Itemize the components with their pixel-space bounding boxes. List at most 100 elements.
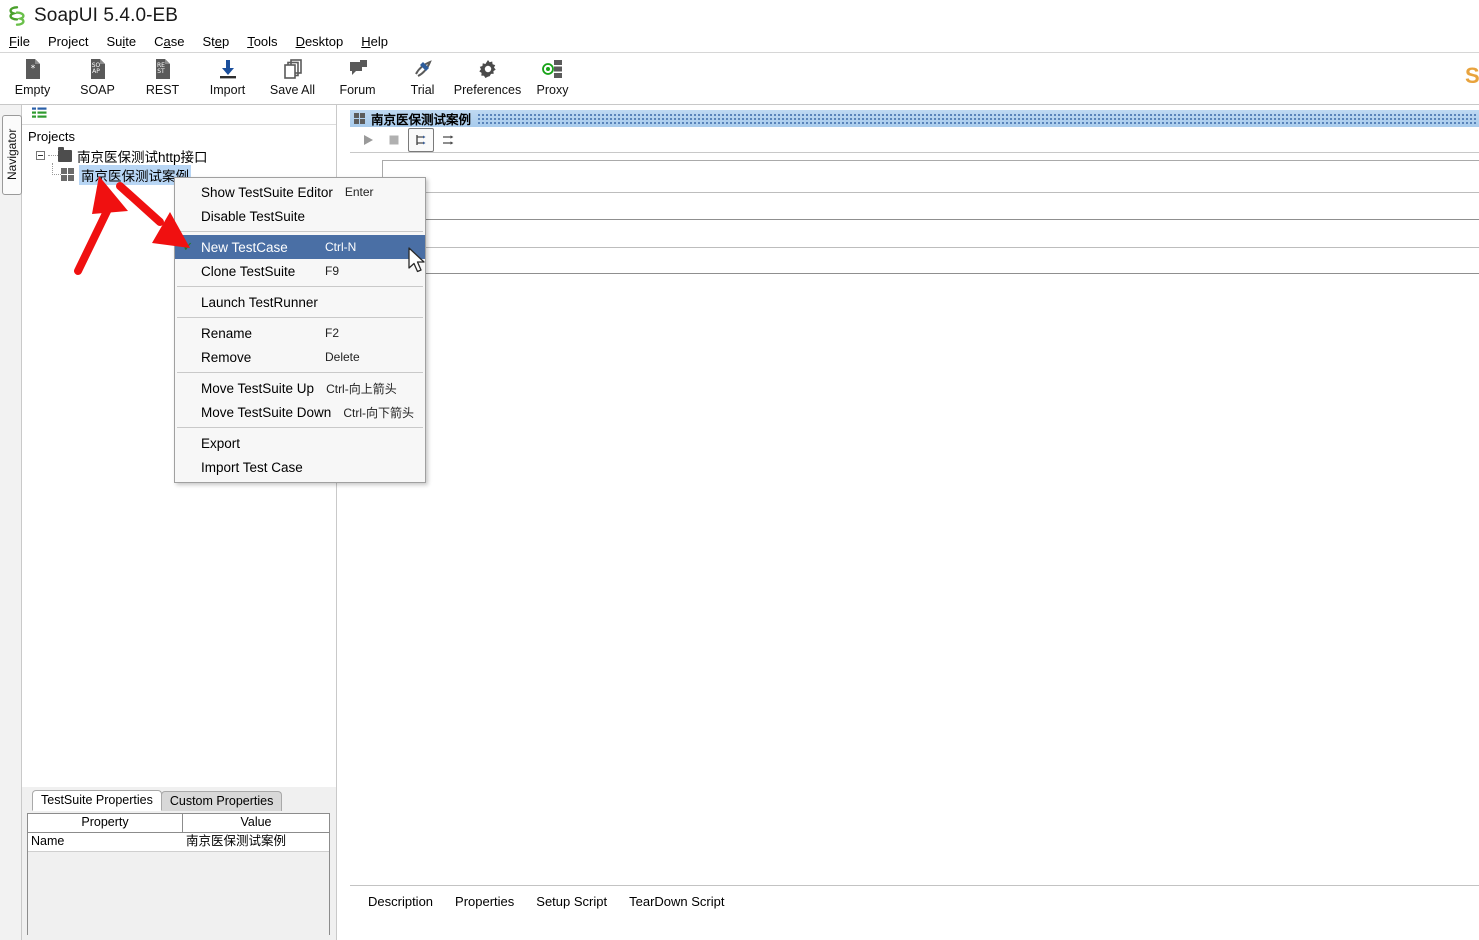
toolbar-button-save-all[interactable]: Save All	[260, 53, 325, 103]
navigator-tab-label: Navigator	[5, 128, 19, 180]
toolbar-label-rest: REST	[145, 83, 180, 97]
toolbar-label-import: Import	[209, 83, 246, 97]
menuitem-show-testsuite-editor[interactable]: Show TestSuite Editor Enter	[175, 180, 425, 204]
menuitem-label: Move TestSuite Down	[201, 404, 332, 420]
menuitem-launch-testrunner[interactable]: Launch TestRunner	[175, 290, 425, 314]
menu-case[interactable]: Case	[145, 32, 193, 51]
form-divider	[383, 192, 1479, 193]
menu-step[interactable]: Step	[193, 32, 238, 51]
menubar: File Project Suite Case Step Tools Deskt…	[0, 31, 1479, 53]
expand-toggle-icon[interactable]	[32, 148, 48, 164]
toolbar-label-proxy: Proxy	[536, 83, 569, 97]
main-toolbar: * Empty SO AP SOAP RE ST REST Import Sav…	[0, 53, 1479, 105]
testsuite-context-menu: Show TestSuite Editor Enter Disable Test…	[174, 177, 426, 483]
stop-testsuite-button[interactable]	[382, 129, 406, 151]
toolbar-button-preferences[interactable]: Preferences	[454, 53, 521, 103]
editor-toolbar	[350, 127, 1479, 153]
toolbar-button-soap[interactable]: SO AP SOAP	[65, 53, 130, 103]
toolbar-button-forum[interactable]: Forum	[325, 53, 390, 103]
menuitem-rename[interactable]: Rename F2	[175, 321, 425, 345]
tab-properties[interactable]: Properties	[455, 894, 514, 909]
table-row[interactable]: Name 南京医保测试案例	[28, 833, 329, 852]
toolbar-label-empty: Empty	[14, 83, 51, 97]
tab-description[interactable]: Description	[368, 894, 433, 909]
toolbar-button-trial[interactable]: Trial	[390, 53, 455, 103]
menu-help[interactable]: Help	[352, 32, 397, 51]
tree-item-project[interactable]: 南京医保测试http接口	[26, 146, 336, 165]
testsuite-icon	[354, 112, 366, 125]
svg-text:*: *	[30, 64, 35, 74]
menuitem-clone-testsuite[interactable]: Clone TestSuite F9	[175, 259, 425, 283]
collapse-all-icon[interactable]	[32, 106, 48, 124]
menuitem-label: Launch TestRunner	[201, 294, 318, 310]
menuitem-label: Import Test Case	[201, 459, 303, 475]
parallel-icon	[443, 134, 454, 145]
toolbar-button-empty[interactable]: * Empty	[0, 53, 65, 103]
toolbar-button-proxy[interactable]: Proxy	[520, 53, 585, 103]
save-all-icon	[282, 56, 304, 82]
menuitem-accelerator: Ctrl-N	[325, 240, 357, 254]
soapui-window: SoapUI 5.4.0-EB File Project Suite Case …	[0, 0, 1479, 940]
menuitem-export[interactable]: Export	[175, 431, 425, 455]
menuitem-move-testsuite-up[interactable]: Move TestSuite Up Ctrl-向上箭头	[175, 376, 425, 400]
window-title: SoapUI 5.4.0-EB	[34, 4, 179, 26]
toolbar-button-import[interactable]: Import	[195, 53, 260, 103]
parallel-mode-button[interactable]	[436, 129, 460, 151]
forum-icon	[347, 56, 369, 82]
menuitem-accelerator: Delete	[325, 350, 360, 364]
menu-tools[interactable]: Tools	[238, 32, 286, 51]
menu-project[interactable]: Project	[39, 32, 97, 51]
cell-value-name: 南京医保测试案例	[186, 834, 287, 848]
sequential-mode-button[interactable]	[408, 127, 434, 152]
tree-root-label: Projects	[28, 129, 75, 144]
toolbar-label-trial: Trial	[410, 83, 435, 97]
menu-suite[interactable]: Suite	[97, 32, 145, 51]
import-icon	[217, 56, 239, 82]
tree-item-project-label: 南京医保测试http接口	[77, 149, 208, 165]
toolbar-button-rest[interactable]: RE ST REST	[130, 53, 195, 103]
navigator-vertical-tab[interactable]: Navigator	[2, 115, 22, 195]
menu-separator	[177, 286, 423, 287]
menuitem-import-test-case[interactable]: Import Test Case	[175, 455, 425, 479]
testsuite-icon	[61, 168, 74, 181]
menuitem-new-testcase[interactable]: ✓ New TestCase Ctrl-N	[175, 235, 425, 259]
menu-file[interactable]: File	[0, 32, 39, 51]
menuitem-remove[interactable]: Remove Delete	[175, 345, 425, 369]
trial-icon	[412, 56, 434, 82]
column-header-value: Value	[240, 815, 272, 829]
menuitem-label: Disable TestSuite	[201, 208, 306, 224]
menuitem-label: New TestCase	[201, 239, 288, 255]
proxy-icon	[541, 56, 564, 82]
menu-separator	[177, 372, 423, 373]
column-header-property: Property	[28, 814, 183, 832]
svg-text:ST: ST	[157, 68, 165, 75]
testsuite-properties-panel: TestSuite Properties Custom Properties P…	[22, 787, 337, 940]
gear-icon	[477, 56, 499, 82]
run-testsuite-button[interactable]	[356, 129, 380, 151]
form-divider	[383, 219, 1479, 220]
mouse-pointer	[408, 247, 425, 273]
menuitem-label: Clone TestSuite	[201, 263, 296, 279]
menuitem-accelerator: F2	[325, 326, 340, 340]
tab-custom-properties[interactable]: Custom Properties	[160, 791, 283, 811]
checkmark-icon: ✓	[182, 239, 194, 254]
navigator-mini-toolbar	[22, 105, 336, 125]
tab-setup-script[interactable]: Setup Script	[536, 894, 607, 909]
menu-desktop[interactable]: Desktop	[287, 32, 353, 51]
cell-property-name: Name	[31, 834, 65, 848]
menuitem-disable-testsuite[interactable]: Disable TestSuite	[175, 204, 425, 228]
sequential-icon	[416, 134, 426, 145]
tab-testsuite-properties[interactable]: TestSuite Properties	[32, 790, 162, 811]
toolbar-label-soap: SOAP	[80, 83, 115, 97]
smartbear-brand-partial: S	[1465, 63, 1479, 88]
menuitem-accelerator: F9	[325, 264, 340, 278]
tab-teardown-script[interactable]: TearDown Script	[629, 894, 724, 909]
properties-table-header: Property Value	[28, 814, 329, 833]
svg-text:AP: AP	[92, 68, 100, 75]
soapui-logo-icon	[9, 5, 25, 26]
menuitem-move-testsuite-down[interactable]: Move TestSuite Down Ctrl-向下箭头	[175, 400, 425, 424]
navigator-tabstrip: Navigator	[0, 105, 22, 940]
editor-titlebar: 南京医保测试案例	[350, 110, 1479, 127]
window-drag-grip[interactable]	[477, 112, 1477, 125]
run-icon	[364, 134, 373, 145]
